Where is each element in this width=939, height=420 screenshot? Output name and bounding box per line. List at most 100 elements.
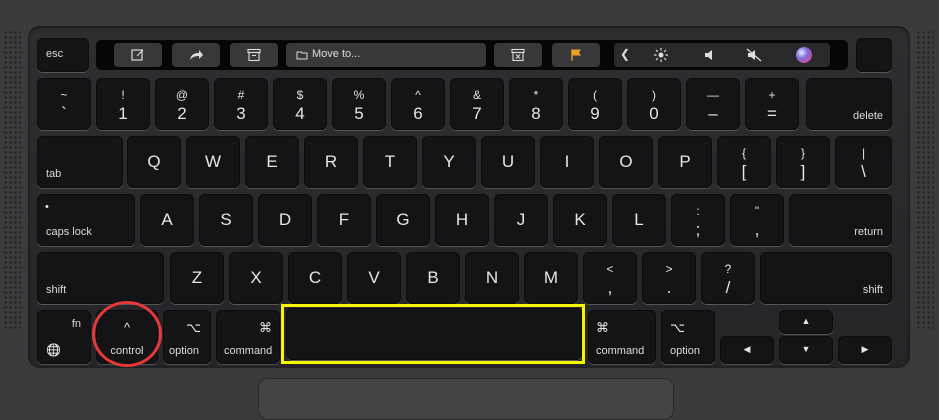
key-z[interactable]: Z (170, 252, 224, 304)
move-to-label: Move to... (312, 48, 361, 60)
key-4[interactable]: $4 (273, 78, 327, 130)
key-semicolon[interactable]: :; (671, 194, 725, 246)
key-label: – (708, 104, 718, 123)
arrow-right-key[interactable]: ▶ (838, 336, 892, 364)
key-c[interactable]: C (288, 252, 342, 304)
key-n[interactable]: N (465, 252, 519, 304)
key-label: 4 (295, 104, 305, 123)
key-equals[interactable]: + = (745, 78, 799, 130)
key-label: = (767, 104, 777, 123)
caps-lock-key[interactable]: • caps lock (37, 194, 135, 246)
key-v[interactable]: V (347, 252, 401, 304)
key-3[interactable]: #3 (214, 78, 268, 130)
key-symbol: * (533, 88, 539, 102)
volume-icon[interactable] (704, 49, 716, 61)
right-command-key[interactable]: ⌘ command (588, 310, 656, 364)
arrow-left-key[interactable]: ◀ (720, 336, 774, 364)
key-slash[interactable]: ? / (701, 252, 755, 304)
key-0[interactable]: ) 0 (627, 78, 681, 130)
trackpad[interactable] (258, 378, 674, 420)
delete-key[interactable]: delete (806, 78, 892, 130)
key-label: 7 (472, 104, 482, 123)
key-m[interactable]: M (524, 252, 578, 304)
return-key[interactable]: return (789, 194, 892, 246)
key-symbol: : (696, 204, 700, 218)
key-7[interactable]: & 7 (450, 78, 504, 130)
key-o[interactable]: O (599, 136, 653, 188)
key-y[interactable]: Y (422, 136, 476, 188)
key-left-bracket[interactable]: {[ (717, 136, 771, 188)
right-option-key[interactable]: ⌥ option (661, 310, 715, 364)
key-g[interactable]: G (376, 194, 430, 246)
key-u[interactable]: U (481, 136, 535, 188)
mute-icon[interactable] (746, 48, 762, 62)
key-r[interactable]: R (304, 136, 358, 188)
key-label: 1 (118, 104, 128, 123)
key-label: Q (147, 152, 161, 171)
key-l[interactable]: L (612, 194, 666, 246)
globe-icon: 🌐 (46, 343, 61, 357)
key-symbol: > (665, 262, 673, 276)
left-shift-key[interactable]: shift (37, 252, 164, 304)
key-label: 2 (177, 104, 187, 123)
archive-button[interactable] (230, 43, 278, 67)
compose-button[interactable] (114, 43, 162, 67)
key-symbol: + (768, 88, 776, 102)
key-k[interactable]: K (553, 194, 607, 246)
move-to-button[interactable]: Move to... (286, 43, 486, 67)
collapse-chevron-icon[interactable]: ❮ (620, 47, 630, 61)
key-s[interactable]: S (199, 194, 253, 246)
arrow-down-key[interactable]: ▼ (779, 336, 833, 364)
key-comma[interactable]: <, (583, 252, 637, 304)
key-quote[interactable]: ", (730, 194, 784, 246)
key-minus[interactable]: — – (686, 78, 740, 130)
key-q[interactable]: Q (127, 136, 181, 188)
esc-key[interactable]: esc (37, 38, 89, 72)
key-label: [ (741, 162, 747, 181)
delete-label: delete (853, 110, 883, 122)
key-a[interactable]: A (140, 194, 194, 246)
brightness-icon[interactable] (654, 48, 668, 62)
key-w[interactable]: W (186, 136, 240, 188)
key-x[interactable]: X (229, 252, 283, 304)
key-label: 0 (649, 104, 659, 123)
key-9[interactable]: (9 (568, 78, 622, 130)
command-label: command (596, 345, 645, 357)
key-label: D (278, 210, 292, 229)
key-label: A (161, 210, 173, 229)
key-label: H (455, 210, 469, 229)
siri-icon[interactable] (796, 47, 812, 63)
junk-button[interactable] (494, 43, 542, 67)
fn-key[interactable]: fn 🌐 (37, 310, 91, 364)
key-i[interactable]: I (540, 136, 594, 188)
key-8[interactable]: * 8 (509, 78, 563, 130)
key-5[interactable]: % 5 (332, 78, 386, 130)
flag-button[interactable] (552, 43, 600, 67)
tab-key[interactable]: tab (37, 136, 123, 188)
arrow-up-key[interactable]: ▲ (779, 310, 833, 334)
left-command-key[interactable]: ⌘ command (216, 310, 280, 364)
key-right-bracket[interactable]: }] (776, 136, 830, 188)
key-period[interactable]: >. (642, 252, 696, 304)
key-2[interactable]: @2 (155, 78, 209, 130)
key-backslash[interactable]: | \ (835, 136, 892, 188)
key-p[interactable]: P (658, 136, 712, 188)
arrow-left-icon: ◀ (743, 344, 751, 354)
key-1[interactable]: ! 1 (96, 78, 150, 130)
key-e[interactable]: E (245, 136, 299, 188)
left-option-key[interactable]: ⌥ option (163, 310, 211, 364)
folder-icon (296, 51, 308, 60)
key-symbol: " (754, 204, 760, 218)
touch-id-key[interactable] (856, 38, 892, 72)
key-d[interactable]: D (258, 194, 312, 246)
key-backtick[interactable]: ~ ` (37, 78, 91, 130)
key-j[interactable]: J (494, 194, 548, 246)
key-t[interactable]: T (363, 136, 417, 188)
key-6[interactable]: ^ 6 (391, 78, 445, 130)
key-b[interactable]: B (406, 252, 460, 304)
key-label: F (338, 210, 350, 229)
key-f[interactable]: F (317, 194, 371, 246)
right-shift-key[interactable]: shift (760, 252, 892, 304)
forward-button[interactable] (172, 43, 220, 67)
key-h[interactable]: H (435, 194, 489, 246)
